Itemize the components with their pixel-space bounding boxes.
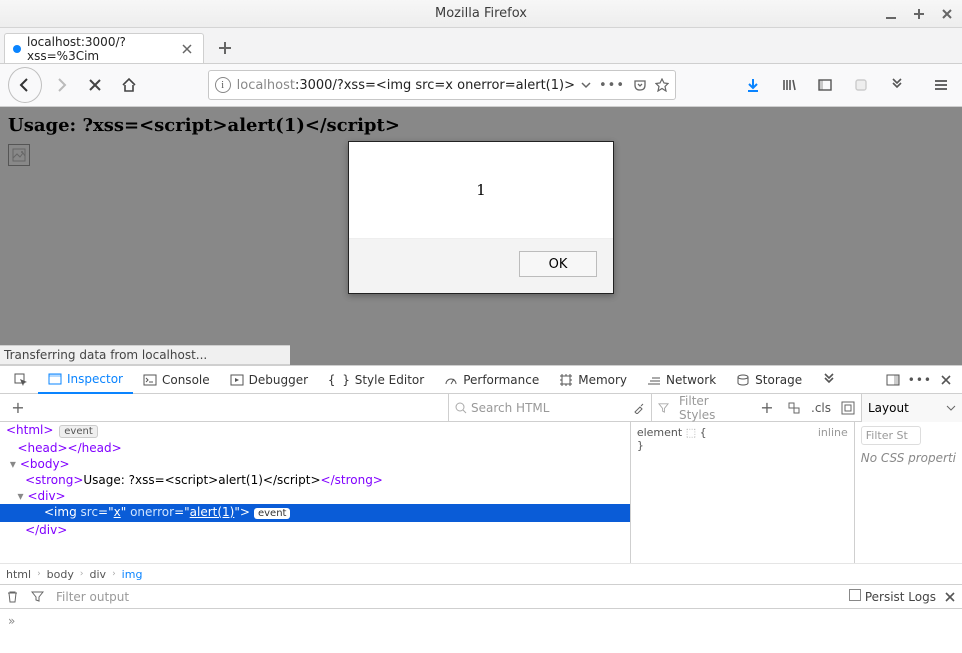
inspector-toolbar: + Search HTML Filter Styles + .cls Layou… <box>0 394 962 422</box>
titlebar: Mozilla Firefox <box>0 0 962 28</box>
dom-selected-node[interactable]: <img src="x" onerror="alert(1)">event <box>0 504 630 522</box>
tab-performance[interactable]: Performance <box>434 366 549 394</box>
computed-pane[interactable]: Filter St No CSS properti <box>854 422 962 563</box>
navbar: i localhost:3000/?xss=<img src=x onerror… <box>0 64 962 107</box>
tab-inspector[interactable]: Inspector <box>38 366 133 394</box>
console-prompt[interactable]: » <box>0 609 962 633</box>
stop-button[interactable] <box>80 69 110 101</box>
boxmodel-icon[interactable] <box>841 401 855 415</box>
toolbar-right <box>740 72 954 98</box>
bookmark-star-icon[interactable] <box>655 78 669 92</box>
library-icon[interactable] <box>776 72 802 98</box>
styles-toolbar: Filter Styles + .cls <box>652 394 862 422</box>
tab-storage[interactable]: Storage <box>726 366 812 394</box>
tab-style-editor[interactable]: { } Style Editor <box>318 366 434 394</box>
tab-console[interactable]: Console <box>133 366 220 394</box>
devtools: Inspector Console Debugger { } Style Edi… <box>0 365 962 633</box>
extension-icon[interactable] <box>848 72 874 98</box>
tab-title: localhost:3000/?xss=%3Cim <box>27 35 174 63</box>
no-css-text: No CSS properti <box>861 451 956 465</box>
chevron-down-icon <box>946 403 956 413</box>
filter-icon[interactable] <box>31 590 44 603</box>
address-bar[interactable]: i localhost:3000/?xss=<img src=x onerror… <box>208 70 676 100</box>
tab-close-button[interactable] <box>180 40 195 58</box>
broken-image-icon <box>8 144 30 166</box>
cls-toggle[interactable]: .cls <box>811 401 831 415</box>
page-actions-icon[interactable]: ••• <box>599 78 625 93</box>
devtools-meatball-icon[interactable]: ••• <box>908 373 932 387</box>
menu-icon[interactable] <box>928 72 954 98</box>
alert-dialog: 1 OK <box>348 141 614 294</box>
overflow-icon[interactable] <box>884 72 910 98</box>
tab-debugger[interactable]: Debugger <box>220 366 318 394</box>
home-button[interactable] <box>114 69 144 101</box>
status-bar: Transferring data from localhost... <box>0 345 290 365</box>
address-bar-container: i localhost:3000/?xss=<img src=x onerror… <box>208 70 676 100</box>
alert-message: 1 <box>349 142 613 238</box>
alert-button-row: OK <box>349 238 613 293</box>
url-text: localhost:3000/?xss=<img src=x onerror=a… <box>237 78 575 93</box>
filter-styles-input[interactable]: Filter Styles <box>679 394 747 422</box>
pocket-icon[interactable] <box>633 78 647 92</box>
console-filter-bar: Filter output Persist Logs <box>0 585 962 609</box>
devtools-tabs-overflow-icon[interactable] <box>812 366 846 394</box>
trash-icon[interactable] <box>6 590 19 603</box>
dom-tree[interactable]: <html> event <head></head> ▾<body> <stro… <box>0 422 630 563</box>
tab-network[interactable]: Network <box>637 366 726 394</box>
add-rule-button[interactable]: + <box>757 398 777 418</box>
rules-pane[interactable]: element ⬚ {inline } <box>630 422 854 563</box>
tab-memory[interactable]: Memory <box>549 366 637 394</box>
layout-tab[interactable]: Layout <box>862 394 962 422</box>
breadcrumb[interactable]: html› body› div› img <box>0 563 962 585</box>
minimize-button[interactable] <box>884 7 898 21</box>
search-html[interactable]: Search HTML <box>448 394 652 422</box>
devtools-panes: <html> event <head></head> ▾<body> <stro… <box>0 422 962 563</box>
address-right-icons: ••• <box>581 78 669 93</box>
computed-filter-input[interactable]: Filter St <box>861 426 921 445</box>
window-controls <box>884 0 954 28</box>
maximize-button[interactable] <box>912 7 926 21</box>
dropdown-icon[interactable] <box>581 80 591 90</box>
loading-indicator-icon <box>13 45 21 53</box>
devtools-close-icon[interactable] <box>940 374 952 386</box>
close-button[interactable] <box>940 7 954 21</box>
window-title: Mozilla Firefox <box>435 6 527 21</box>
status-text: Transferring data from localhost... <box>4 348 207 362</box>
tab-active[interactable]: localhost:3000/?xss=%3Cim <box>4 33 204 63</box>
eyedropper-icon[interactable] <box>633 402 645 414</box>
downloads-icon[interactable] <box>740 72 766 98</box>
forward-button[interactable] <box>46 69 76 101</box>
devtools-picker-icon[interactable] <box>4 366 38 394</box>
pseudo-classes-icon[interactable] <box>787 401 801 415</box>
tab-strip: localhost:3000/?xss=%3Cim <box>0 28 962 64</box>
add-element-button[interactable]: + <box>8 398 28 418</box>
console-close-icon[interactable] <box>944 591 956 603</box>
sidebar-icon[interactable] <box>812 72 838 98</box>
page-content: Usage: ?xss=<script>alert(1)</script> 1 … <box>0 107 962 365</box>
persist-logs-checkbox[interactable]: Persist Logs <box>849 589 936 604</box>
devtools-dock-icon[interactable] <box>886 373 900 387</box>
new-tab-button[interactable] <box>210 33 240 63</box>
site-info-icon[interactable]: i <box>215 77 231 93</box>
filter-icon <box>658 402 669 413</box>
console-filter-input[interactable]: Filter output <box>56 590 837 604</box>
alert-ok-button[interactable]: OK <box>519 251 597 277</box>
devtools-tabs: Inspector Console Debugger { } Style Edi… <box>0 366 962 394</box>
back-button[interactable] <box>8 67 42 103</box>
usage-heading: Usage: ?xss=<script>alert(1)</script> <box>0 107 962 144</box>
